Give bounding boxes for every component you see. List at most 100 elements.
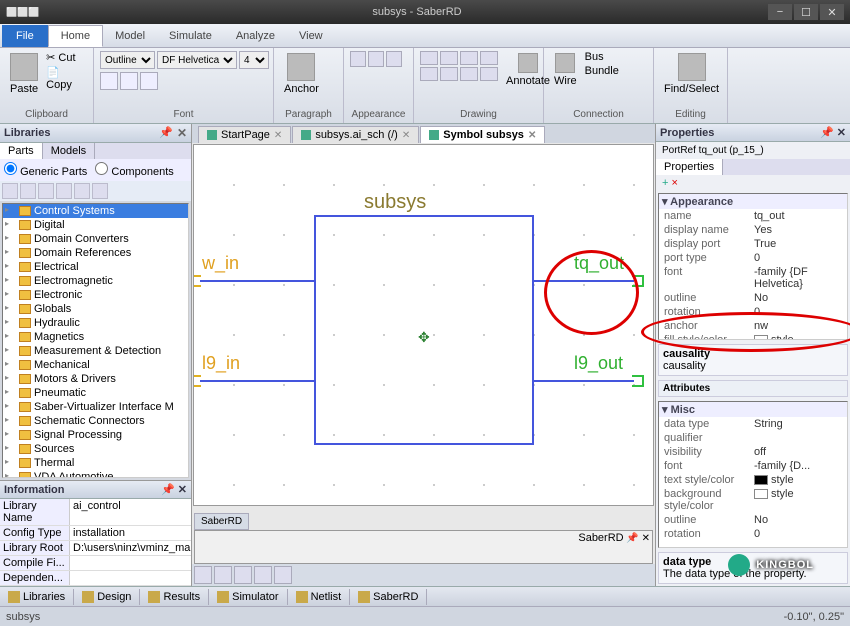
property-row[interactable]: font-family {DF Helvetica}	[659, 265, 847, 291]
tree-node[interactable]: Domain References	[3, 246, 188, 260]
tree-node[interactable]: Thermal	[3, 456, 188, 470]
property-row[interactable]: outlineNo	[659, 513, 847, 527]
tree-node[interactable]: Control Systems	[3, 204, 188, 218]
draw-tool[interactable]	[440, 67, 458, 81]
property-grid[interactable]: ▾ Appearancenametq_outdisplay nameYesdis…	[658, 193, 848, 340]
document-tab[interactable]: StartPage✕	[198, 126, 291, 143]
property-row[interactable]: data typeString	[659, 417, 847, 431]
appearance-btn-2[interactable]	[368, 51, 384, 67]
bus-button[interactable]: Bus	[585, 51, 619, 63]
anchor-button[interactable]: Anchor	[280, 51, 323, 97]
draw-tool[interactable]	[420, 67, 438, 81]
maximize-button[interactable]: ☐	[794, 4, 818, 20]
tree-node[interactable]: Electronic	[3, 288, 188, 302]
property-row[interactable]: outlineNo	[659, 291, 847, 305]
cut-button[interactable]: ✂ Cut	[46, 51, 87, 64]
property-row[interactable]: qualifier	[659, 431, 847, 445]
tool-btn[interactable]	[92, 183, 108, 199]
draw-tool[interactable]	[460, 51, 478, 65]
tab-analyze[interactable]: Analyze	[224, 26, 287, 46]
pin-icon[interactable]: 📌	[159, 126, 173, 140]
file-menu[interactable]: File	[2, 25, 48, 47]
font-family-select[interactable]: DF Helvetica	[157, 51, 237, 69]
color-button[interactable]	[140, 72, 158, 90]
italic-button[interactable]	[120, 72, 138, 90]
close-tab-icon[interactable]: ✕	[274, 130, 282, 141]
appearance-btn-1[interactable]	[350, 51, 366, 67]
bottom-tab[interactable]: SaberRD	[350, 589, 427, 605]
property-row[interactable]: text style/colorstyle	[659, 473, 847, 487]
tree-node[interactable]: Globals	[3, 302, 188, 316]
tool-btn[interactable]	[38, 183, 54, 199]
attributes-grid[interactable]: ▾ Miscdata typeStringqualifiervisibility…	[658, 401, 848, 548]
property-row[interactable]: display nameYes	[659, 223, 847, 237]
tree-node[interactable]: Digital	[3, 218, 188, 232]
find-button[interactable]: Find/Select	[660, 51, 723, 97]
property-row[interactable]: visibilityoff	[659, 445, 847, 459]
bundle-button[interactable]: Bundle	[585, 65, 619, 77]
pin-icon[interactable]: 📌 ✕	[161, 483, 187, 496]
paste-button[interactable]: Paste	[6, 51, 42, 97]
property-row[interactable]: rotation0	[659, 305, 847, 319]
tree-node[interactable]: Measurement & Detection	[3, 344, 188, 358]
tool-btn[interactable]	[2, 183, 18, 199]
bottom-tab[interactable]: Results	[140, 589, 209, 605]
draw-tool[interactable]	[460, 67, 478, 81]
tree-node[interactable]: Electrical	[3, 260, 188, 274]
tab-model[interactable]: Model	[103, 26, 157, 46]
tree-node[interactable]: Magnetics	[3, 330, 188, 344]
tree-node[interactable]: Domain Converters	[3, 232, 188, 246]
property-row[interactable]: display portTrue	[659, 237, 847, 251]
draw-tool[interactable]	[480, 67, 498, 81]
tool-btn[interactable]	[20, 183, 36, 199]
bottom-tab[interactable]: Simulator	[209, 589, 287, 605]
tool-btn[interactable]	[56, 183, 72, 199]
property-row[interactable]: anchornw	[659, 319, 847, 333]
schematic-canvas[interactable]: subsys w_in l9_in tq_out l9_out ✥	[193, 144, 654, 506]
bottom-tab[interactable]: Design	[74, 589, 140, 605]
tool-btn[interactable]	[194, 566, 212, 584]
draw-tool[interactable]	[480, 51, 498, 65]
tree-node[interactable]: Pneumatic	[3, 386, 188, 400]
tree-node[interactable]: VDA Automotive	[3, 470, 188, 478]
document-tab[interactable]: Symbol subsys✕	[420, 126, 545, 143]
tab-view[interactable]: View	[287, 26, 335, 46]
close-tab-icon[interactable]: ✕	[528, 130, 536, 141]
tab-home[interactable]: Home	[48, 25, 103, 47]
font-size-select[interactable]: 4	[239, 51, 269, 69]
tree-node[interactable]: Hydraulic	[3, 316, 188, 330]
tool-btn[interactable]	[254, 566, 272, 584]
close-panel-button[interactable]: ✕	[177, 126, 187, 140]
property-group-header[interactable]: ▾ Appearance	[659, 194, 847, 209]
property-row[interactable]: nametq_out	[659, 209, 847, 223]
bottom-tab[interactable]: Libraries	[0, 589, 74, 605]
add-remove-icons[interactable]: + ×	[656, 175, 850, 191]
tool-btn[interactable]	[74, 183, 90, 199]
draw-tool[interactable]	[420, 51, 438, 65]
properties-tab[interactable]: Properties	[656, 159, 723, 175]
minimize-button[interactable]: −	[768, 4, 792, 20]
library-tree[interactable]: Control SystemsDigitalDomain ConvertersD…	[2, 203, 189, 478]
models-tab[interactable]: Models	[43, 143, 95, 159]
tree-node[interactable]: Saber-Virtualizer Interface M	[3, 400, 188, 414]
parts-tab[interactable]: Parts	[0, 143, 43, 159]
tool-btn[interactable]	[214, 566, 232, 584]
bottom-tab[interactable]: Netlist	[288, 589, 351, 605]
draw-tool[interactable]	[440, 51, 458, 65]
tab-simulate[interactable]: Simulate	[157, 26, 224, 46]
close-button[interactable]: ✕	[820, 4, 844, 20]
close-tab-icon[interactable]: ✕	[402, 130, 410, 141]
property-row[interactable]: font-family {D...	[659, 459, 847, 473]
property-row[interactable]: rotation0	[659, 527, 847, 541]
wire-button[interactable]: Wire	[550, 51, 581, 89]
tree-node[interactable]: Motors & Drivers	[3, 372, 188, 386]
port-l9-out[interactable]	[632, 375, 644, 387]
tree-node[interactable]: Schematic Connectors	[3, 414, 188, 428]
tool-btn[interactable]	[274, 566, 292, 584]
copy-button[interactable]: 📄 Copy	[46, 66, 87, 91]
generic-parts-radio[interactable]: Generic Parts	[4, 162, 87, 178]
tool-btn[interactable]	[234, 566, 252, 584]
property-group-header[interactable]: ▾ Misc	[659, 402, 847, 417]
property-row[interactable]: port type0	[659, 251, 847, 265]
saberrd-tab[interactable]: SaberRD	[194, 513, 249, 530]
